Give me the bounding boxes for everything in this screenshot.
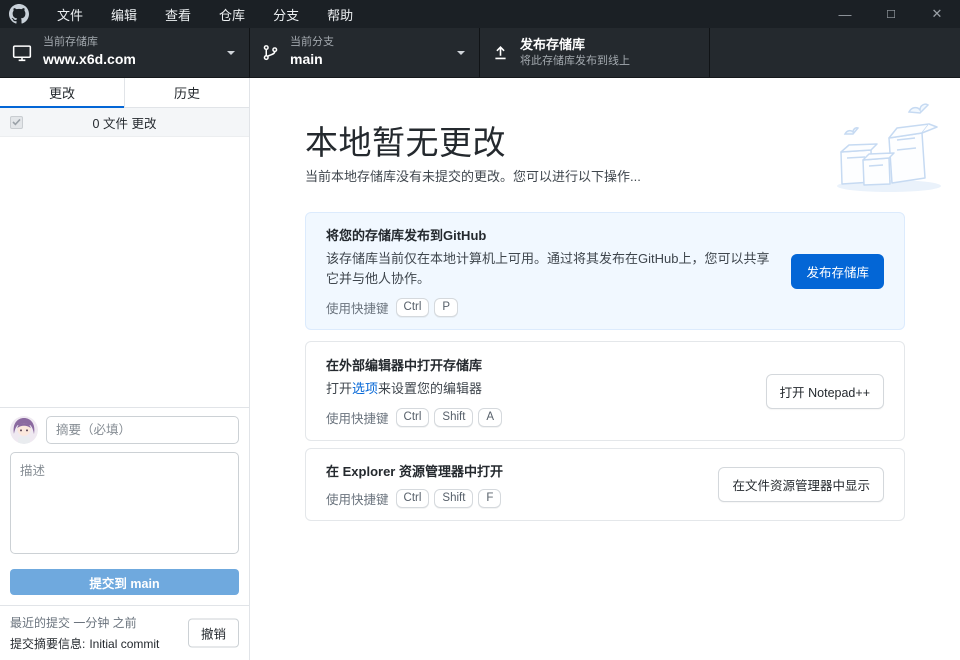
key-ctrl: Ctrl bbox=[396, 489, 430, 508]
editor-shortcut: 使用快捷键 Ctrl Shift A bbox=[326, 408, 752, 427]
commit-button-prefix: 提交到 bbox=[89, 577, 127, 591]
editor-card-title: 在外部编辑器中打开存储库 bbox=[326, 355, 752, 374]
explorer-shortcut: 使用快捷键 Ctrl Shift F bbox=[326, 489, 704, 508]
commit-button-branch: main bbox=[130, 577, 159, 591]
menu-view[interactable]: 查看 bbox=[151, 0, 205, 28]
menu-help[interactable]: 帮助 bbox=[313, 0, 367, 28]
menu-edit[interactable]: 编辑 bbox=[97, 0, 151, 28]
key-shift: Shift bbox=[434, 489, 473, 508]
titlebar: 文件 编辑 查看 仓库 分支 帮助 — ☐ ✕ bbox=[0, 0, 960, 28]
open-in-explorer-card: 在 Explorer 资源管理器中打开 使用快捷键 Ctrl Shift F 在… bbox=[305, 448, 905, 521]
github-logo-icon bbox=[9, 4, 29, 24]
options-link[interactable]: 选项 bbox=[352, 381, 378, 396]
branch-name: main bbox=[290, 51, 334, 69]
publish-shortcut: 使用快捷键 Ctrl P bbox=[326, 298, 777, 317]
key-ctrl: Ctrl bbox=[396, 408, 430, 427]
maximize-button[interactable]: ☐ bbox=[868, 0, 914, 28]
tab-changes[interactable]: 更改 bbox=[0, 78, 124, 107]
changes-summary-row: 0 文件 更改 bbox=[0, 108, 249, 137]
shortcut-label: 使用快捷键 bbox=[326, 298, 389, 317]
toolbar: 当前存储库 www.x6d.com 当前分支 main 发布存储库 将此存储库发… bbox=[0, 28, 960, 78]
repository-name: www.x6d.com bbox=[43, 51, 136, 69]
current-branch-dropdown[interactable]: 当前分支 main bbox=[250, 28, 480, 77]
key-shift: Shift bbox=[434, 408, 473, 427]
open-editor-button[interactable]: 打开 Notepad++ bbox=[766, 374, 884, 409]
computer-icon bbox=[12, 44, 32, 62]
key-a: A bbox=[478, 408, 502, 427]
editor-body-prefix: 打开 bbox=[326, 381, 352, 396]
recent-commit-summary-value: Initial commit bbox=[89, 637, 159, 651]
commit-summary-input[interactable] bbox=[46, 416, 239, 444]
chevron-down-icon bbox=[457, 51, 465, 55]
repository-label: 当前存储库 bbox=[43, 36, 136, 50]
tab-history[interactable]: 历史 bbox=[124, 78, 249, 107]
minimize-button[interactable]: — bbox=[822, 0, 868, 28]
menu-file[interactable]: 文件 bbox=[43, 0, 97, 28]
publish-card-title: 将您的存储库发布到GitHub bbox=[326, 225, 777, 244]
toolbar-spacer bbox=[710, 28, 960, 77]
publish-repository-toolbar-button[interactable]: 发布存储库 将此存储库发布到线上 bbox=[480, 28, 710, 77]
page-title: 本地暂无更改 bbox=[305, 116, 506, 164]
close-button[interactable]: ✕ bbox=[914, 0, 960, 28]
menu-branch[interactable]: 分支 bbox=[259, 0, 313, 28]
branch-label: 当前分支 bbox=[290, 36, 334, 50]
key-ctrl: Ctrl bbox=[396, 298, 430, 317]
publish-subtitle: 将此存储库发布到线上 bbox=[520, 55, 630, 69]
commit-form: 提交到 main bbox=[0, 407, 249, 605]
empty-state-illustration bbox=[819, 98, 954, 203]
editor-card-body: 打开选项来设置您的编辑器 bbox=[326, 379, 752, 399]
explorer-card-title: 在 Explorer 资源管理器中打开 bbox=[326, 461, 704, 480]
publish-card: 将您的存储库发布到GitHub 该存储库当前仅在本地计算机上可用。通过将其发布在… bbox=[305, 212, 905, 330]
changes-count-label: 0 文件 更改 bbox=[0, 113, 249, 132]
shortcut-label: 使用快捷键 bbox=[326, 408, 389, 427]
shortcut-label: 使用快捷键 bbox=[326, 489, 389, 508]
chevron-down-icon bbox=[227, 51, 235, 55]
undo-button[interactable]: 撤销 bbox=[188, 619, 239, 648]
key-f: F bbox=[478, 489, 501, 508]
menu-repository[interactable]: 仓库 bbox=[205, 0, 259, 28]
changes-sidebar: 更改 历史 0 文件 更改 提交到 main bbox=[0, 78, 250, 660]
commit-description-input[interactable] bbox=[10, 452, 239, 554]
github-desktop-window: 文件 编辑 查看 仓库 分支 帮助 — ☐ ✕ 当前存储库 www.x6d.co… bbox=[0, 0, 960, 660]
window-controls: — ☐ ✕ bbox=[822, 0, 960, 28]
page-subtitle: 当前本地存储库没有未提交的更改。您可以进行以下操作... bbox=[305, 166, 641, 185]
git-branch-icon bbox=[262, 44, 279, 61]
publish-repository-button[interactable]: 发布存储库 bbox=[791, 254, 884, 289]
open-in-editor-card: 在外部编辑器中打开存储库 打开选项来设置您的编辑器 使用快捷键 Ctrl Shi… bbox=[305, 341, 905, 441]
select-all-checkbox[interactable] bbox=[10, 116, 23, 129]
sidebar-tabs: 更改 历史 bbox=[0, 78, 249, 108]
user-avatar bbox=[10, 416, 38, 444]
key-p: P bbox=[434, 298, 458, 317]
upload-icon bbox=[492, 44, 509, 61]
no-changes-view: 本地暂无更改 当前本地存储库没有未提交的更改。您可以进行以下操作... bbox=[250, 78, 960, 660]
publish-title: 发布存储库 bbox=[520, 37, 630, 53]
commit-button[interactable]: 提交到 main bbox=[10, 569, 239, 595]
current-repository-dropdown[interactable]: 当前存储库 www.x6d.com bbox=[0, 28, 250, 77]
menu-bar: 文件 编辑 查看 仓库 分支 帮助 bbox=[43, 0, 367, 28]
recent-commit-summary-label: 提交摘要信息: bbox=[10, 637, 85, 651]
recent-commit-panel: 最近的提交 一分钟 之前 提交摘要信息:Initial commit 撤销 bbox=[0, 605, 249, 660]
publish-card-body: 该存储库当前仅在本地计算机上可用。通过将其发布在GitHub上，您可以共享它并与… bbox=[326, 249, 777, 289]
editor-body-suffix: 来设置您的编辑器 bbox=[378, 381, 482, 396]
show-in-explorer-button[interactable]: 在文件资源管理器中显示 bbox=[718, 467, 884, 502]
